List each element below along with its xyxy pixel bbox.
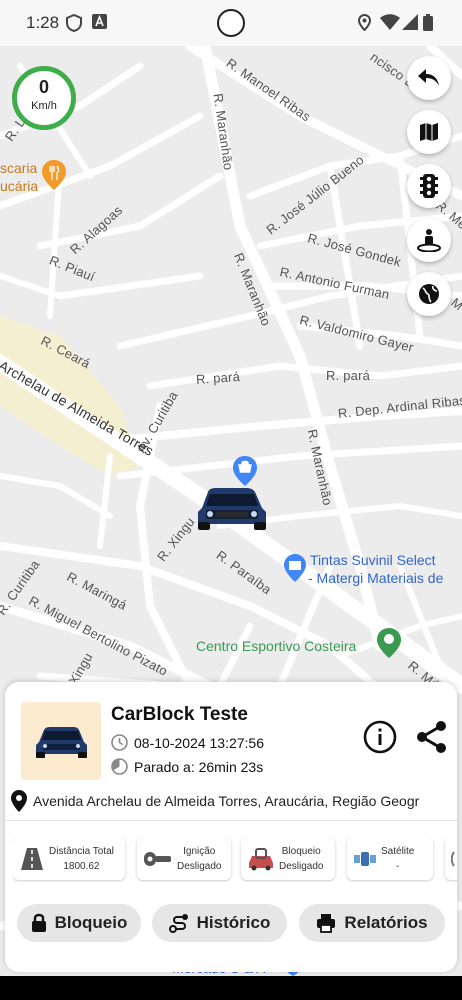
back-icon [418,69,439,86]
history-label: Histórico [196,913,271,932]
address-text: Avenida Archelau de Almeida Torres, Arau… [33,793,420,809]
store-pin-icon[interactable] [284,554,306,582]
back-button[interactable] [407,56,451,100]
map-type-button[interactable] [407,110,451,154]
vehicle-info-sheet: CarBlock Teste 08-10-2024 13:27:56 Parad… [5,682,457,972]
stat-label: Bloqueio [281,846,321,857]
share-icon [417,721,446,753]
info-icon [363,720,397,754]
reports-label: Relatórios [344,913,428,932]
clock-icon [111,734,128,751]
battery-icon [423,14,433,31]
last-update-datetime: 08-10-2024 13:27:56 [134,734,264,751]
satellite-icon [354,852,376,866]
globe-button[interactable] [407,272,451,316]
status-bar: 1:28 [0,0,462,46]
traffic-button[interactable] [407,164,451,208]
traffic-light-icon [420,174,438,198]
printer-icon [317,914,336,933]
stat-distance[interactable]: Distância Total 1800.62 [13,838,125,880]
stat-value: Desligado [279,861,324,872]
stat-value: - [396,861,400,872]
a-box-icon [92,14,107,29]
street-label: R. pará [326,368,371,383]
signal-icon [402,14,418,30]
park-pin-icon[interactable] [377,628,401,658]
history-button[interactable]: Histórico [152,904,287,942]
address-row: Avenida Archelau de Almeida Torres, Arau… [11,790,457,812]
location-icon [358,14,371,31]
stopped-duration: Parado a: 26min 23s [134,758,264,775]
poi-label: scaria [0,160,38,176]
car-lock-icon [249,848,273,871]
reports-button[interactable]: Relatórios [299,904,445,942]
vehicle-marker[interactable] [196,486,268,537]
speedometer: 0 Km/h [12,66,76,130]
stat-value: 1800.62 [63,861,100,872]
lock-icon [31,913,46,932]
poi-label: Centro Esportivo Costeira [196,638,357,654]
shield-icon [66,14,82,32]
stat-label: Ignição [183,846,216,857]
share-button[interactable] [415,720,449,759]
divider [5,820,457,821]
last-update-row: 08-10-2024 13:27:56 [111,734,264,751]
suv-icon [198,488,266,530]
wifi-icon [380,14,400,30]
poi-label: ucária [0,178,39,194]
camera-cutout [217,9,245,37]
system-nav-bar [0,976,462,1000]
globe-icon [419,284,439,304]
block-button[interactable]: Bloqueio [17,904,141,942]
poi-label: Tintas Suvinil Select [310,552,436,568]
street-view-icon [417,229,441,252]
stat-label: Satélite [381,846,415,857]
info-button[interactable] [363,720,397,759]
signal-waves-icon [451,851,455,867]
street-label: R. pará [195,368,241,387]
street-view-button[interactable] [407,218,451,262]
shopping-pin-icon[interactable] [233,456,257,486]
restaurant-pin-icon[interactable] [42,160,66,190]
stat-block[interactable]: Bloqueio Desligado [241,838,335,880]
stat-more[interactable] [445,838,457,880]
suv-icon [36,727,87,758]
vehicle-name: CarBlock Teste [111,704,248,725]
location-pin-icon [11,790,27,812]
timer-icon [111,758,128,775]
block-label: Bloqueio [54,913,128,932]
map-icon [420,123,438,141]
ignition-key-icon [144,852,171,866]
phone-screen: 1:28 R. Manoel Ribas R. Maranhão R. Mara… [0,0,462,1000]
vehicle-thumbnail [21,702,101,780]
road-icon [21,848,43,870]
speed-unit: Km/h [31,100,57,112]
speed-value: 0 [38,77,49,97]
stat-label: Distância Total [49,846,114,857]
stat-ignition[interactable]: Ignição Desligado [137,838,231,880]
stopped-row: Parado a: 26min 23s [111,758,263,775]
stat-value: Desligado [177,861,222,872]
stats-strip[interactable]: Distância Total 1800.62 Ignição Desligado … [13,838,457,882]
status-time: 1:28 [26,13,60,32]
poi-label: - Matergi Materiais de [308,570,444,586]
route-icon [168,914,188,933]
stat-satellite[interactable]: Satélite - [347,838,433,880]
